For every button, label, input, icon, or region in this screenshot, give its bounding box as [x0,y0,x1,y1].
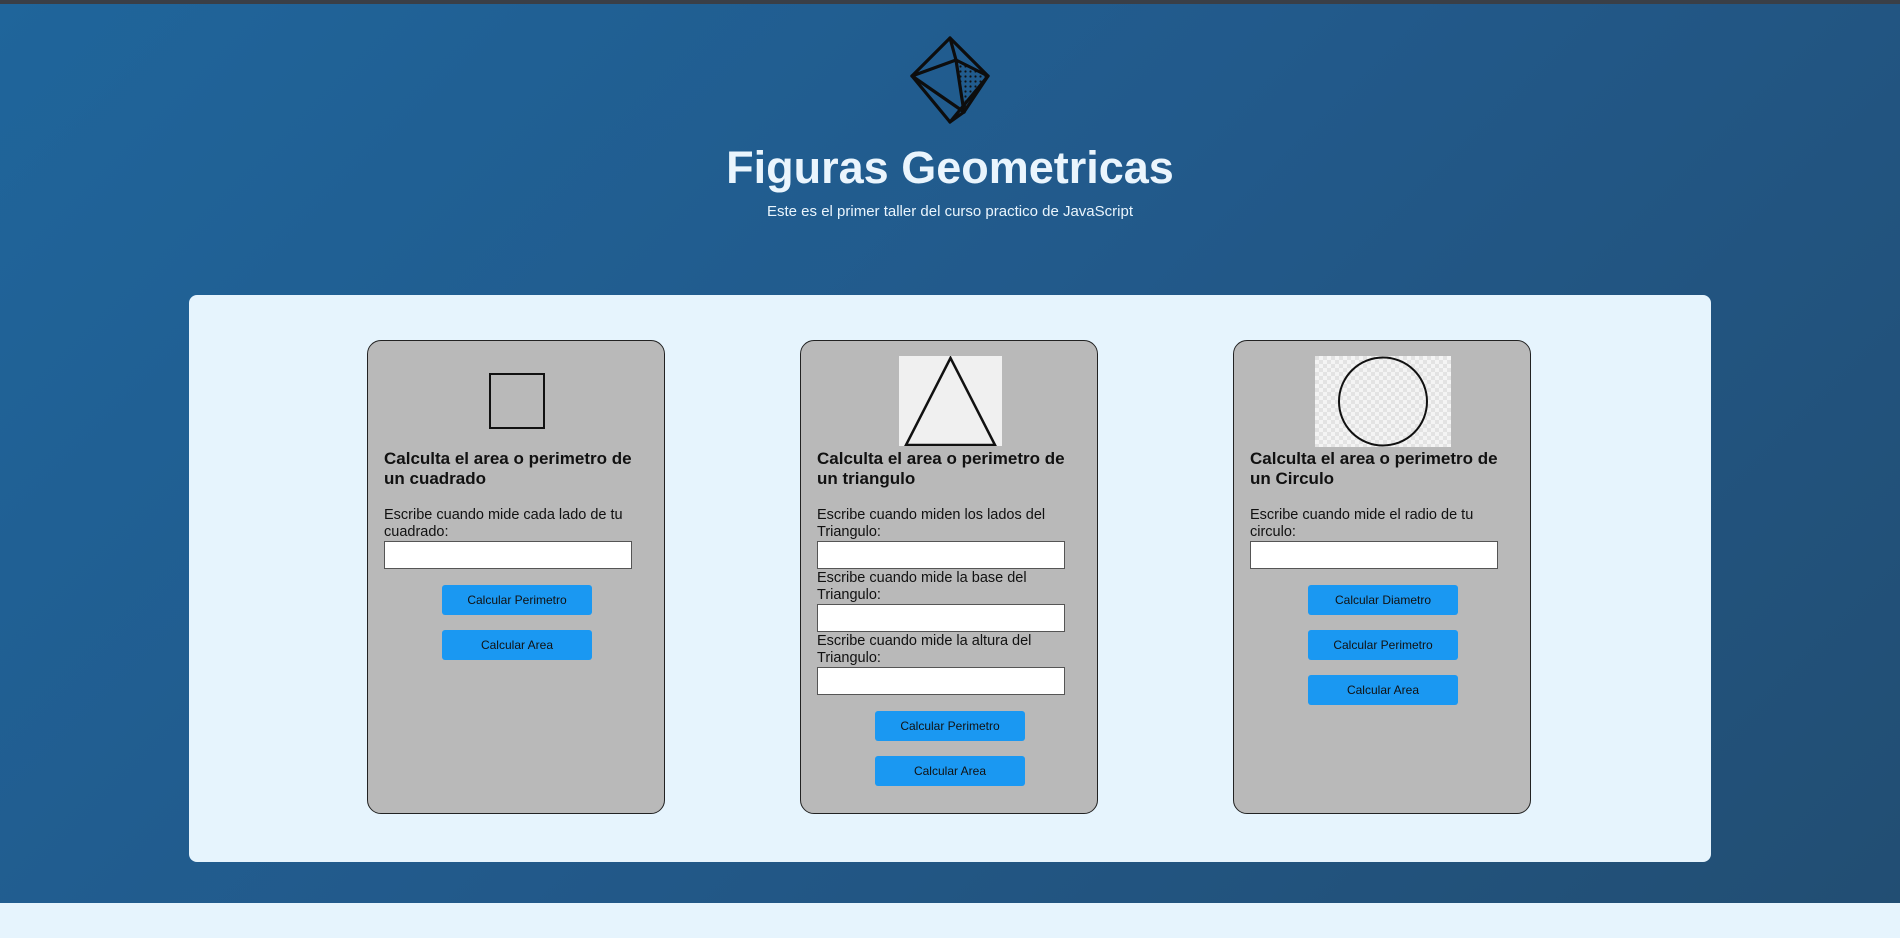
cards-panel: Calculta el area o perimetro de un cuadr… [189,295,1711,862]
square-area-button[interactable]: Calcular Area [442,630,592,660]
triangle-sides-label: Escribe cuando miden los lados del Trian… [817,507,1046,540]
triangle-card-title: Calculta el area o perimetro de un trian… [817,449,1065,488]
triangle-icon [903,355,998,447]
square-perimeter-button[interactable]: Calcular Perimetro [442,585,592,615]
circle-icon [1315,356,1451,447]
circle-radius-input[interactable] [1250,541,1498,569]
triangle-card: Calculta el area o perimetro de un trian… [800,340,1098,814]
circle-diameter-button[interactable]: Calcular Diametro [1308,585,1458,615]
triangle-base-label: Escribe cuando mide la base del Triangul… [817,570,1027,603]
square-side-label: Escribe cuando mide cada lado de tu cuad… [384,507,623,540]
circle-card-title: Calculta el area o perimetro de un Circu… [1250,449,1498,488]
triangle-height-input[interactable] [817,667,1065,695]
page-subtitle: Este es el primer taller del curso pract… [767,203,1133,220]
square-side-input[interactable] [384,541,632,569]
triangle-image [899,355,1002,447]
page-footer-strip [0,903,1900,938]
triangle-base-input[interactable] [817,604,1065,632]
square-icon [489,373,545,429]
square-card-title: Calculta el area o perimetro de un cuadr… [384,449,632,488]
octahedron-icon [910,36,990,124]
circle-perimeter-button[interactable]: Calcular Perimetro [1308,630,1458,660]
circle-radius-label: Escribe cuando mide el radio de tu circu… [1250,507,1474,540]
hero-header: Figuras Geometricas Este es el primer ta… [0,4,1900,903]
circle-card: Calculta el area o perimetro de un Circu… [1233,340,1531,814]
triangle-area-button[interactable]: Calcular Area [875,756,1025,786]
square-card: Calculta el area o perimetro de un cuadr… [367,340,665,814]
page-title: Figuras Geometricas [726,142,1174,193]
triangle-perimeter-button[interactable]: Calcular Perimetro [875,711,1025,741]
circle-area-button[interactable]: Calcular Area [1308,675,1458,705]
triangle-height-label: Escribe cuando mide la altura del Triang… [817,633,1032,666]
triangle-sides-input[interactable] [817,541,1065,569]
